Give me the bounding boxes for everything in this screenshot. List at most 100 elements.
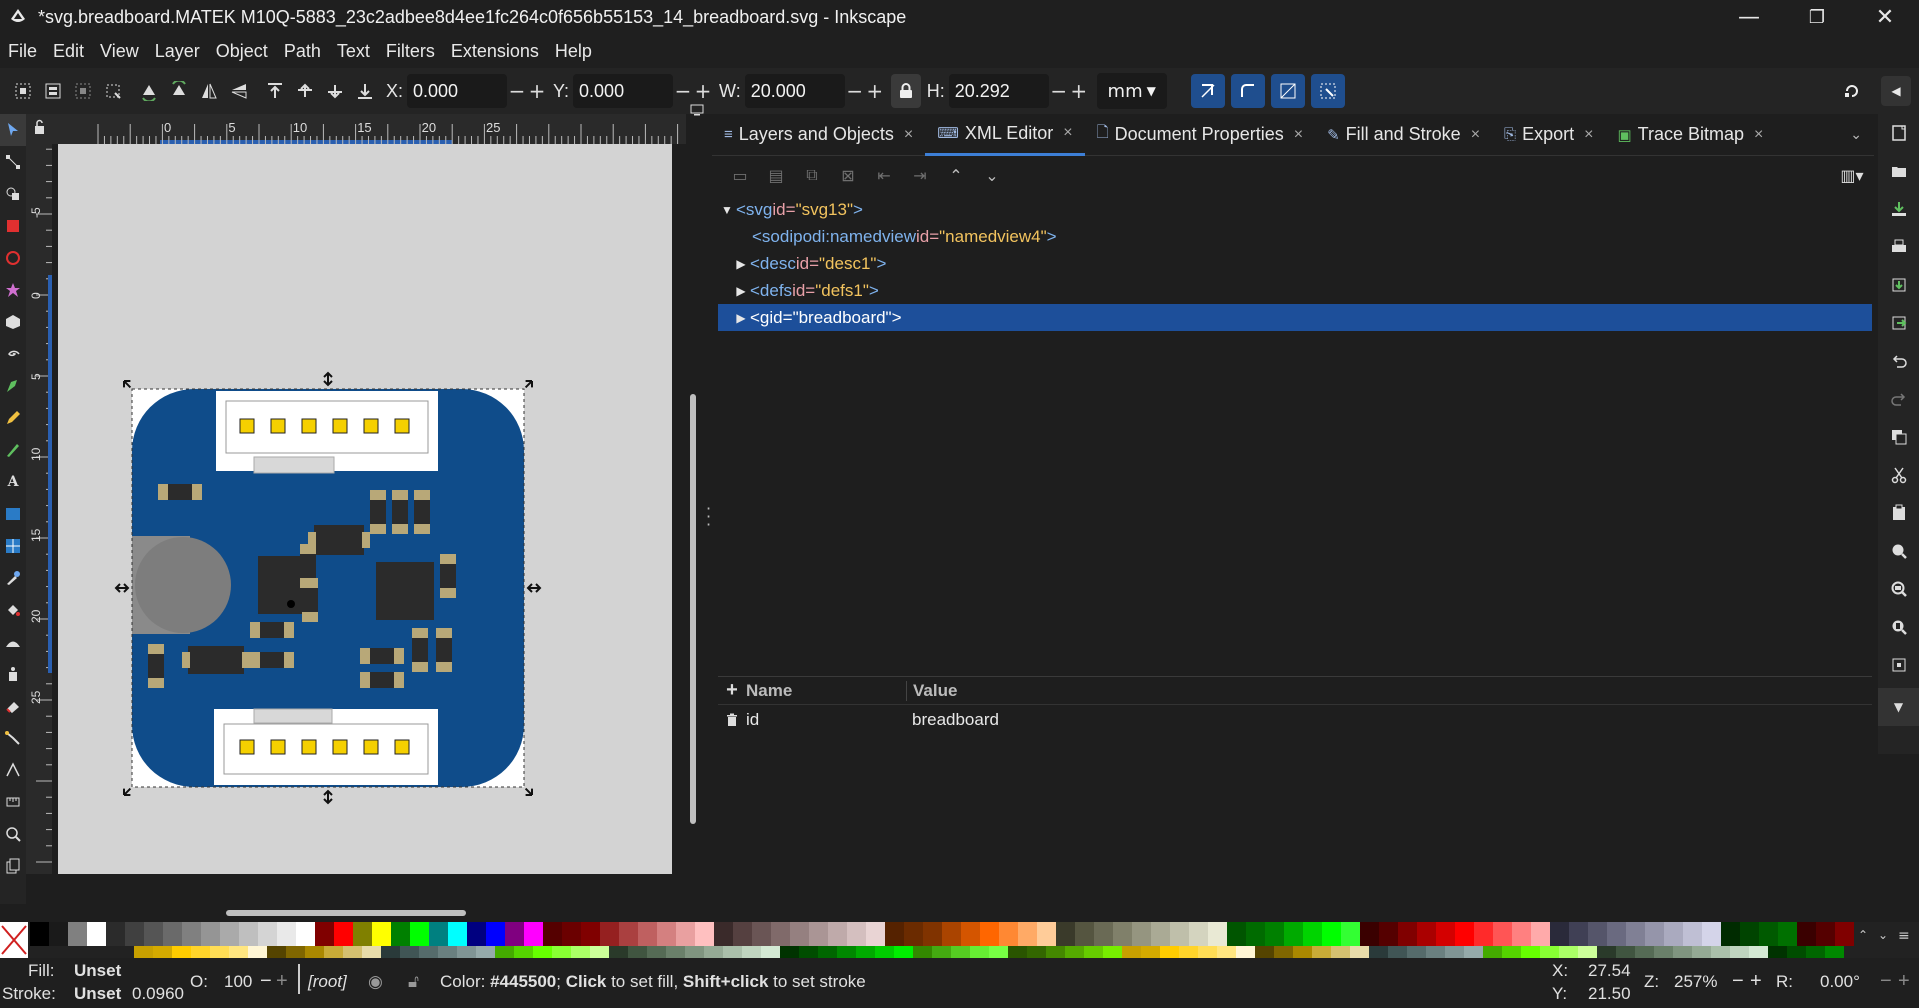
color-swatch[interactable] [1502, 946, 1521, 958]
menu-help[interactable]: Help [555, 41, 592, 62]
color-swatch[interactable] [1759, 922, 1778, 946]
color-swatch[interactable] [1426, 946, 1445, 958]
color-swatch[interactable] [315, 922, 334, 946]
color-swatch[interactable] [809, 922, 828, 946]
color-swatch[interactable] [1255, 946, 1274, 958]
color-swatch[interactable] [1455, 922, 1474, 946]
expander-right-icon[interactable]: ▶ [732, 311, 750, 325]
color-swatch[interactable] [818, 946, 837, 958]
height-input[interactable]: 20.292 [948, 74, 1049, 108]
color-swatch[interactable] [248, 946, 267, 958]
color-swatch[interactable] [419, 946, 438, 958]
trash-icon[interactable] [718, 713, 746, 727]
color-swatch[interactable] [1512, 922, 1531, 946]
color-swatch[interactable] [894, 946, 913, 958]
add-attribute-button[interactable]: + [718, 679, 746, 702]
color-swatch[interactable] [533, 946, 552, 958]
color-swatch[interactable] [1113, 922, 1132, 946]
color-swatch[interactable] [1037, 922, 1056, 946]
horizontal-scrollbar[interactable] [226, 910, 466, 916]
color-swatch[interactable] [1360, 922, 1379, 946]
color-swatch[interactable] [1559, 946, 1578, 958]
select-all-layers-icon[interactable] [38, 76, 68, 106]
color-swatch[interactable] [676, 922, 695, 946]
color-swatch[interactable] [30, 922, 49, 946]
touch-select-icon[interactable] [98, 76, 128, 106]
color-swatch[interactable] [742, 946, 761, 958]
color-swatch[interactable] [1084, 946, 1103, 958]
flip-horizontal-icon[interactable] [194, 76, 224, 106]
color-swatch[interactable] [1740, 922, 1759, 946]
color-swatch[interactable] [476, 946, 495, 958]
stroke-width-value[interactable]: 0.0960 [132, 984, 184, 1004]
width-input[interactable]: 20.000 [744, 74, 845, 108]
gradient-tool-icon[interactable] [0, 498, 26, 530]
open-folder-icon[interactable] [1878, 152, 1919, 190]
color-swatch[interactable] [1398, 922, 1417, 946]
color-swatch[interactable] [837, 946, 856, 958]
zoom-tool-icon[interactable] [0, 818, 26, 850]
color-swatch[interactable] [1132, 922, 1151, 946]
color-swatch[interactable] [201, 922, 220, 946]
color-swatch[interactable] [828, 922, 847, 946]
delete-node-icon[interactable]: ⊠ [830, 160, 866, 190]
color-swatch[interactable] [1683, 922, 1702, 946]
opacity-increment-button[interactable]: + [276, 970, 288, 993]
stroke-value[interactable]: Unset [74, 984, 121, 1004]
color-swatch[interactable] [524, 922, 543, 946]
compass-chip[interactable] [376, 562, 434, 620]
color-swatch[interactable] [562, 922, 581, 946]
fill-value[interactable]: Unset [74, 961, 121, 981]
lower-to-bottom-icon[interactable] [350, 76, 380, 106]
raise-to-top-icon[interactable] [260, 76, 290, 106]
color-swatch[interactable] [980, 922, 999, 946]
color-swatch[interactable] [619, 922, 638, 946]
color-swatch[interactable] [1806, 946, 1825, 958]
color-swatch[interactable] [989, 946, 1008, 958]
color-swatch[interactable] [923, 922, 942, 946]
connector-pin[interactable] [332, 418, 348, 434]
color-swatch[interactable] [1787, 946, 1806, 958]
color-swatch[interactable] [1825, 946, 1844, 958]
color-swatch[interactable] [296, 922, 315, 946]
color-swatch[interactable] [1227, 922, 1246, 946]
scale-corners-button[interactable] [1230, 74, 1265, 108]
color-swatch[interactable] [1521, 946, 1540, 958]
color-swatch[interactable] [723, 946, 742, 958]
color-swatch[interactable] [277, 922, 296, 946]
color-swatch[interactable] [220, 922, 239, 946]
color-swatch[interactable] [391, 922, 410, 946]
color-swatch[interactable] [1635, 946, 1654, 958]
rotate-ccw-icon[interactable] [134, 76, 164, 106]
color-swatch[interactable] [1654, 946, 1673, 958]
color-swatch[interactable] [875, 946, 894, 958]
color-swatch[interactable] [885, 922, 904, 946]
maximize-button[interactable]: ❐ [1783, 0, 1851, 34]
color-swatch[interactable] [1312, 946, 1331, 958]
color-swatch[interactable] [543, 922, 562, 946]
scale-handle[interactable] [524, 787, 533, 796]
save-icon[interactable] [1878, 190, 1919, 228]
mesh-tool-icon[interactable] [0, 530, 26, 562]
ic-top[interactable] [314, 525, 364, 555]
color-swatch[interactable] [1341, 922, 1360, 946]
drawing-canvas[interactable] [58, 144, 672, 874]
calligraphy-tool-icon[interactable] [0, 434, 26, 466]
color-swatch[interactable] [1417, 922, 1436, 946]
color-swatch[interactable] [144, 922, 163, 946]
color-swatch[interactable] [1721, 922, 1740, 946]
color-swatch[interactable] [182, 922, 201, 946]
connector-pin[interactable] [363, 418, 379, 434]
color-swatch[interactable] [847, 922, 866, 946]
menu-view[interactable]: View [100, 41, 139, 62]
color-swatch[interactable] [1616, 946, 1635, 958]
palette-menu-icon[interactable]: ≡ [1898, 928, 1916, 952]
color-swatch[interactable] [1265, 922, 1284, 946]
move-gradients-button[interactable] [1270, 74, 1305, 108]
color-swatch[interactable] [1027, 946, 1046, 958]
color-swatch[interactable] [1436, 922, 1455, 946]
attribute-row[interactable]: id breadboard [718, 705, 1872, 735]
color-swatch[interactable] [1730, 946, 1749, 958]
raise-node-chevron-up-icon[interactable]: ⌃ [938, 160, 974, 190]
color-swatch[interactable] [1673, 946, 1692, 958]
